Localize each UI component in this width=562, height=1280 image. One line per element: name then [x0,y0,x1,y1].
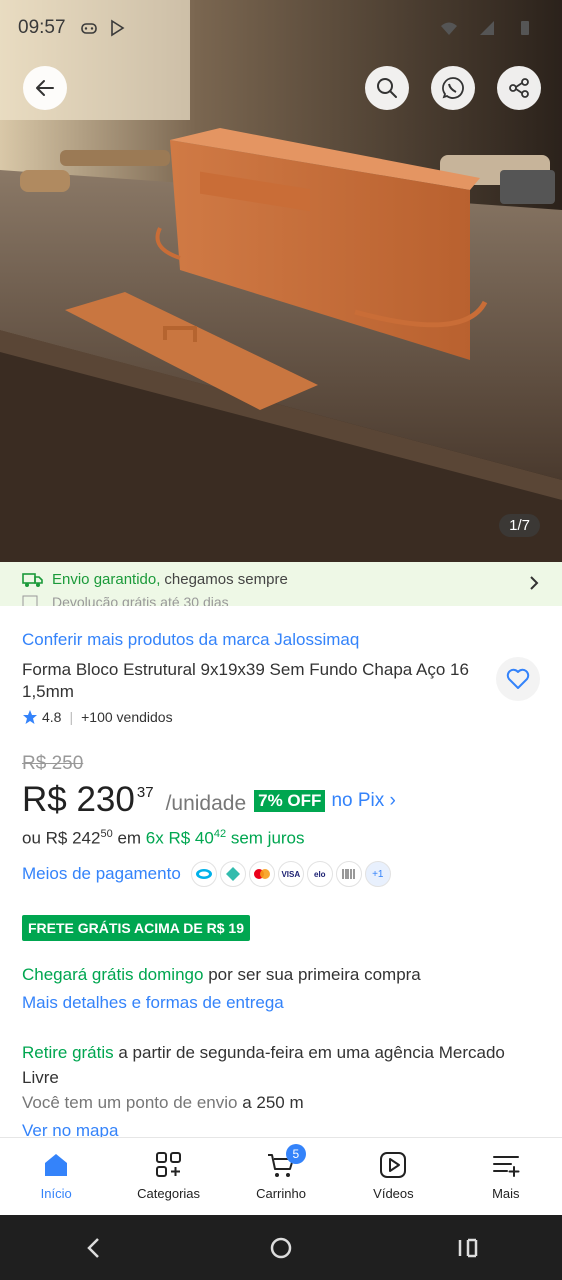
banner-highlight: Envio garantido, [52,571,161,588]
search-icon [377,78,397,98]
nav-home[interactable]: Início [0,1138,112,1215]
return-icon [22,595,38,606]
mastercard-icon [248,861,275,887]
original-price: R$ 250 [22,753,84,774]
boleto-icon [335,861,362,887]
shipping-point-info: Você tem um ponto de envio a 250 m [22,1093,304,1113]
nav-label: Vídeos [373,1186,414,1201]
nav-more[interactable]: Mais [450,1138,562,1215]
current-price-cents: 37 [136,784,154,801]
delivery-highlight: Chegará grátis domingo [22,965,204,984]
nav-label: Mais [492,1186,520,1201]
bottom-navigation: Início Categorias 5 Carrinho Vídeos Mais [0,1137,562,1215]
truck-icon [22,572,43,587]
visa-icon: VISA [277,861,304,887]
installment-in: em [117,828,142,848]
banner-return-text: Devolução grátis até 30 dias [52,594,229,606]
whatsapp-share-button[interactable] [431,66,475,110]
nav-label: Início [40,1186,72,1201]
pix-link[interactable]: no Pix › [331,790,395,812]
image-counter: 1/7 [499,514,540,537]
rating-score: 4.8 [42,709,62,725]
nav-label: Categorias [137,1186,201,1201]
banner-text: chegamos sempre [164,571,288,588]
sold-count: +100 vendidos [81,709,173,725]
delivery-details-link[interactable]: Mais detalhes e formas de entrega [22,993,284,1013]
home-icon [45,1154,68,1176]
wifi-icon [441,22,457,35]
nav-cart[interactable]: 5 Carrinho [225,1138,337,1215]
status-bar: 09:57 [0,0,562,56]
share-icon [509,78,529,98]
elo-icon: elo [306,861,333,887]
installment-suffix: sem juros [230,828,305,848]
signal-icon [480,21,494,35]
whatsapp-icon [442,77,464,99]
share-button[interactable] [497,66,541,110]
menu-icon [492,1156,520,1177]
banner-line: Envio garantido, chegamos sempre [22,571,288,588]
nav-categories[interactable]: Categorias [112,1138,224,1215]
system-navigation-bar [0,1215,562,1280]
circle-home-icon [270,1237,292,1258]
free-shipping-badge: FRETE GRÁTIS ACIMA DE R$ 19 [22,915,250,941]
installment-total: ou R$ 242 [22,828,101,848]
search-button[interactable] [365,66,409,110]
recents-icon [459,1238,478,1257]
mercado-pago-icon [190,861,217,887]
banner-second-line: Devolução grátis até 30 dias [22,594,229,606]
rating-divider: | [69,709,74,725]
cart-count-badge: 5 [285,1144,306,1164]
delivery-info: Chegará grátis domingo por ser sua prime… [22,965,421,985]
nav-videos[interactable]: Vídeos [337,1138,449,1215]
status-time: 09:57 [18,17,66,38]
shipping-guarantee-banner[interactable]: Envio garantido, chegamos sempre Devoluç… [0,562,562,606]
star-icon [23,710,37,724]
gamepad-icon [80,23,97,34]
categories-icon [155,1152,181,1177]
back-button[interactable] [23,66,67,110]
video-icon [380,1152,407,1178]
current-price: R$ 230 [22,780,135,819]
system-back-button[interactable] [64,1228,124,1268]
product-title: Forma Bloco Estrutural 9x19x39 Sem Fundo… [22,660,469,701]
price-unit: /unidade [165,792,247,815]
battery-icon [521,21,529,35]
arrow-left-icon [36,80,54,96]
chevron-right-icon [530,576,539,590]
installment-info: ou R$ 24250 em 6x R$ 4042 sem juros [22,828,305,849]
point-text: Você tem um ponto de envio [22,1093,238,1112]
pix-icon [219,861,246,887]
pickup-info: Retire grátis a partir de segunda-feira … [22,1040,522,1090]
heart-icon [506,668,530,689]
nav-label: Carrinho [256,1186,306,1201]
pix-discount-badge: 7% OFF [254,790,326,812]
more-payment-methods[interactable]: +1 [364,861,391,887]
installment-total-cents: 50 [100,828,113,840]
rating-row[interactable]: 4.8 | +100 vendidos [22,709,173,725]
product-details: Conferir mais produtos da marca Jalossim… [0,606,562,1140]
system-home-button[interactable] [251,1228,311,1268]
delivery-text: por ser sua primeira compra [208,965,421,984]
installment-plan-cents: 42 [213,828,227,840]
brand-products-link[interactable]: Conferir mais produtos da marca Jalossim… [22,630,359,650]
payment-methods-row[interactable]: Meios de pagamento VISA elo +1 [22,861,394,887]
product-image-gallery[interactable]: 09:57 1/7 [0,0,562,562]
product-photo [0,0,562,562]
price-row: R$ 230 37 /unidade 7% OFF no Pix › [22,780,396,820]
play-store-icon [110,19,125,37]
payment-methods-link[interactable]: Meios de pagamento [22,864,181,884]
pickup-highlight: Retire grátis [22,1043,114,1062]
system-recents-button[interactable] [438,1228,498,1268]
chevron-left-icon [86,1237,99,1258]
favorite-button[interactable] [496,657,540,701]
point-distance: a 250 m [242,1093,304,1112]
installment-plan: 6x R$ 40 [145,828,214,848]
